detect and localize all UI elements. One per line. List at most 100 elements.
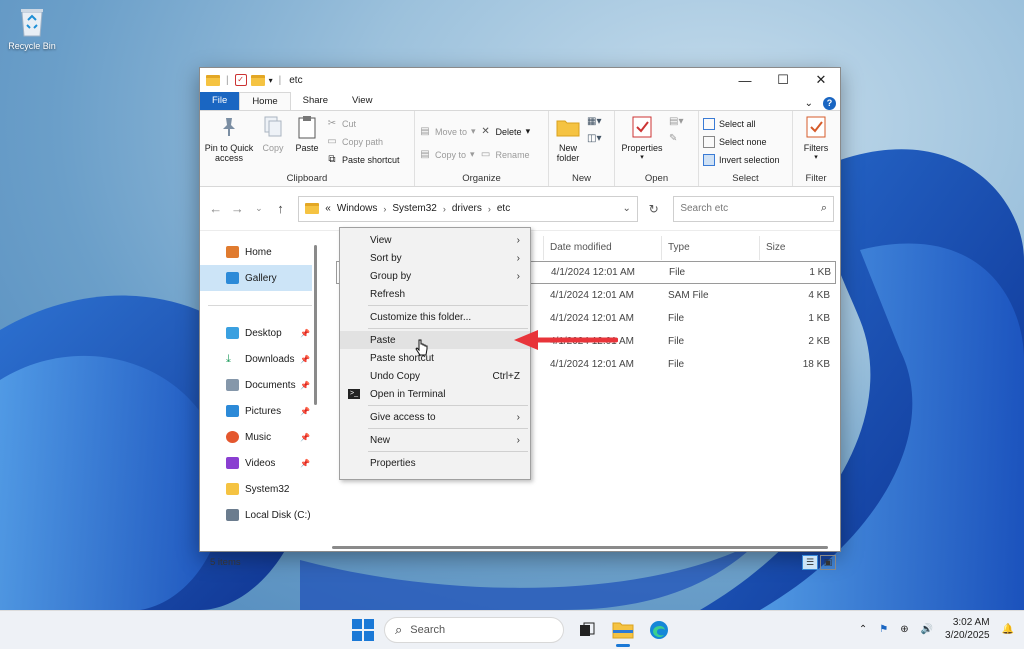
menu-item-open-terminal[interactable]: >_ Open in Terminal [340, 385, 530, 403]
breadcrumb-etc[interactable]: etc [497, 203, 510, 214]
recent-locations-icon[interactable]: ⌄ [249, 203, 269, 214]
search-icon: ⌕ [820, 202, 828, 214]
tiles-view-icon[interactable]: ▣ [820, 555, 836, 570]
delete-button[interactable]: ✕ Delete ▾ [480, 124, 530, 139]
taskbar-search[interactable]: ⌕ Search [384, 617, 564, 643]
pin-icon: 📌 [300, 458, 310, 468]
file-explorer-taskbar-icon[interactable] [610, 617, 636, 647]
back-arrow-icon[interactable]: ← [206, 201, 226, 216]
chevron-right-icon[interactable]: › [383, 204, 386, 214]
menu-item-properties[interactable]: Properties [340, 454, 530, 472]
menu-item-sort-by[interactable]: Sort by › [340, 249, 530, 267]
nav-divider [208, 305, 312, 306]
easy-access-icon[interactable]: ◫▾ [587, 133, 601, 144]
address-bar-row: ← → ⌄ ↑ « Windows › System32 › drivers ›… [200, 187, 840, 231]
nav-item-documents[interactable]: Documents 📌 [200, 372, 318, 398]
ribbon: Pin to Quick access Copy Paste ✂ Cut ▭ Cop… [200, 110, 840, 187]
open-with-icon[interactable]: ▤▾ [669, 116, 683, 127]
nav-item-pictures[interactable]: Pictures 📌 [200, 398, 318, 424]
column-size[interactable]: Size [760, 236, 826, 260]
copy-to-button[interactable]: ▤ Copy to ▾ [419, 147, 476, 162]
clock[interactable]: 3:02 AM 3/20/2025 [945, 616, 990, 642]
menu-item-new[interactable]: New › [340, 431, 530, 449]
maximize-button[interactable]: ☐ [764, 68, 802, 92]
row-date: 4/1/2024 12:01 AM [550, 359, 634, 370]
folder-icon [206, 74, 220, 86]
toolbar-divider: | [278, 74, 282, 86]
tab-home[interactable]: Home [239, 92, 291, 110]
chevron-down-icon[interactable]: ⌄ [623, 203, 631, 214]
recycle-bin-shortcut[interactable]: Recycle Bin [4, 6, 60, 51]
edit-icon[interactable]: ✎ [669, 133, 683, 144]
properties-icon [630, 114, 654, 140]
column-type[interactable]: Type [662, 236, 760, 260]
search-input[interactable]: Search etc ⌕ [673, 195, 835, 222]
menu-item-refresh[interactable]: Refresh [340, 285, 530, 303]
new-item-icon[interactable]: ▦▾ [587, 116, 601, 127]
breadcrumb-overflow[interactable]: « [325, 203, 331, 214]
copy-icon [261, 114, 285, 140]
help-icon[interactable]: ? [823, 97, 836, 110]
notification-bell-icon[interactable]: 🔔 [1002, 624, 1014, 635]
minimize-button[interactable]: — [726, 68, 764, 92]
scissors-icon: ✂ [327, 118, 337, 129]
chevron-right-icon[interactable]: › [488, 204, 491, 214]
pin-icon [217, 114, 241, 140]
rename-button[interactable]: ▭ Rename [480, 147, 531, 162]
menu-item-customize[interactable]: Customize this folder... [340, 308, 530, 326]
refresh-icon[interactable]: ↻ [640, 202, 667, 216]
paste-shortcut-button[interactable]: ⧉ Paste shortcut [326, 152, 399, 167]
nav-item-videos[interactable]: Videos 📌 [200, 450, 318, 476]
column-date-modified[interactable]: Date modified [544, 236, 662, 260]
menu-item-undo-copy[interactable]: Undo Copy Ctrl+Z [340, 367, 530, 385]
row-type: File [668, 336, 685, 347]
nav-item-local-disk[interactable]: Local Disk (C:) [200, 502, 318, 528]
select-none-button[interactable]: Select none [703, 134, 780, 149]
globe-icon[interactable]: ⊕ [900, 624, 908, 635]
task-view-icon[interactable] [574, 617, 600, 643]
cut-button[interactable]: ✂ Cut [326, 116, 400, 131]
address-bar[interactable]: « Windows › System32 › drivers › etc ⌄ [298, 195, 638, 222]
horizontal-scrollbar[interactable] [332, 546, 828, 549]
edge-browser-icon[interactable] [646, 617, 672, 643]
forward-arrow-icon[interactable]: → [228, 201, 248, 216]
chevron-right-icon: › [516, 270, 520, 282]
customize-toolbar-icon[interactable]: ▾ [269, 76, 273, 85]
collapse-ribbon-icon[interactable]: ⌄ [805, 98, 813, 109]
start-button-icon[interactable] [352, 619, 374, 641]
menu-item-give-access[interactable]: Give access to › [340, 408, 530, 426]
chevron-up-icon[interactable]: ⌃ [859, 624, 867, 635]
properties-quick-icon[interactable]: ✓ [234, 74, 247, 86]
breadcrumb-windows[interactable]: Windows [337, 203, 378, 214]
close-button[interactable]: ✕ [802, 68, 840, 92]
new-group: New folder ▦▾ ◫▾ New [549, 111, 615, 186]
copy-path-button[interactable]: ▭ Copy path [326, 134, 400, 149]
menu-item-group-by[interactable]: Group by › [340, 267, 530, 285]
menu-divider [368, 305, 528, 306]
menu-item-paste[interactable]: Paste [340, 331, 530, 349]
network-status-icon[interactable]: ⚑ [879, 624, 888, 635]
breadcrumb-system32[interactable]: System32 [392, 203, 436, 214]
nav-item-gallery[interactable]: Gallery [200, 265, 312, 291]
home-icon [226, 246, 239, 258]
menu-item-paste-shortcut[interactable]: Paste shortcut [340, 349, 530, 367]
chevron-right-icon[interactable]: › [443, 204, 446, 214]
nav-item-downloads[interactable]: ⤓ Downloads 📌 [200, 346, 318, 372]
nav-item-music[interactable]: Music 📌 [200, 424, 318, 450]
tab-file[interactable]: File [200, 92, 240, 110]
invert-selection-button[interactable]: Invert selection [703, 152, 780, 167]
move-to-button[interactable]: ▤ Move to ▾ [419, 124, 475, 139]
up-arrow-icon[interactable]: ↑ [271, 201, 291, 216]
tab-share[interactable]: Share [291, 92, 340, 110]
nav-item-desktop[interactable]: Desktop 📌 [200, 320, 318, 346]
select-all-button[interactable]: Select all [703, 116, 780, 131]
new-folder-quick-icon[interactable] [250, 74, 265, 86]
breadcrumb-drivers[interactable]: drivers [452, 203, 482, 214]
pin-icon: 📌 [300, 380, 310, 390]
tab-view[interactable]: View [340, 92, 384, 110]
nav-item-home[interactable]: Home [200, 239, 318, 265]
volume-icon[interactable]: 🔊 [921, 624, 933, 635]
menu-item-view[interactable]: View › [340, 231, 530, 249]
details-view-icon[interactable]: ☰ [802, 555, 818, 570]
nav-item-system32[interactable]: System32 [200, 476, 318, 502]
